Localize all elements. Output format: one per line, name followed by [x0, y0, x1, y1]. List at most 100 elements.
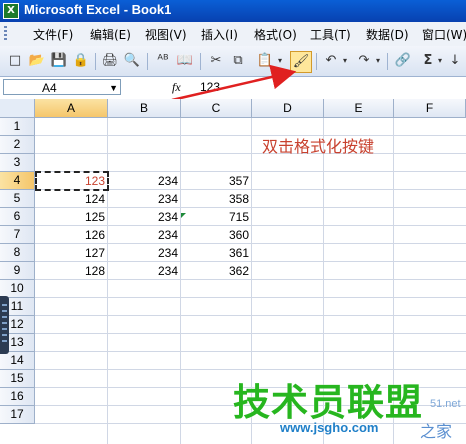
gridline — [35, 135, 466, 136]
cell-c8[interactable]: 361 — [181, 244, 252, 262]
new-icon[interactable]: □ — [6, 52, 24, 70]
annotation-text: 双击格式化按键 — [262, 137, 375, 156]
cell-c5[interactable]: 358 — [181, 190, 252, 208]
cell-b4[interactable]: 234 — [108, 172, 181, 190]
toolbar-separator — [95, 53, 96, 70]
row-header-3[interactable]: 3 — [0, 154, 35, 172]
watermark-url: www.jsgho.com — [280, 420, 379, 435]
select-all-corner[interactable] — [0, 99, 35, 118]
cell-b9[interactable]: 234 — [108, 262, 181, 280]
print-preview-icon[interactable]: 🔍 — [123, 52, 141, 70]
copy-icon[interactable]: ⧉ — [229, 52, 247, 70]
menu-format[interactable]: 格式(O) — [254, 26, 297, 43]
row-header-16[interactable]: 16 — [0, 388, 35, 406]
menu-view[interactable]: 视图(V) — [145, 26, 187, 43]
column-header-e[interactable]: E — [324, 99, 394, 118]
name-box-value: A4 — [42, 81, 57, 95]
gridline — [35, 297, 466, 298]
row-header-6[interactable]: 6 — [0, 208, 35, 226]
watermark-site-hint: 51.net — [430, 398, 461, 410]
research-icon[interactable]: 📖 — [176, 52, 194, 70]
cell-a6[interactable]: 125 — [35, 208, 108, 226]
gridline — [35, 369, 466, 370]
menu-file[interactable]: 文件(F) — [33, 26, 73, 43]
column-header-d[interactable]: D — [252, 99, 324, 118]
autosum-icon[interactable]: Σ — [419, 52, 437, 70]
column-header-f[interactable]: F — [394, 99, 466, 118]
grip-line — [2, 304, 7, 306]
grip-line — [2, 328, 7, 330]
grip-line — [2, 310, 7, 312]
name-box[interactable]: A4 ▼ — [3, 79, 121, 95]
menu-tools[interactable]: 工具(T) — [310, 26, 351, 43]
gridline — [35, 153, 466, 154]
gridline — [35, 351, 466, 352]
menu-bar: 文件(F) 编辑(E) 视图(V) 插入(I) 格式(O) 工具(T) 数据(D… — [0, 22, 466, 47]
open-icon[interactable]: 📂 — [28, 52, 46, 70]
save-icon[interactable]: 💾 — [50, 52, 68, 70]
row-header-17[interactable]: 17 — [0, 406, 35, 424]
excel-app-icon[interactable]: X — [3, 3, 19, 19]
print-icon[interactable]: 🖨 — [101, 52, 119, 70]
formula-input[interactable]: 123 — [200, 80, 220, 94]
redo-dropdown-icon[interactable]: ▾ — [374, 52, 382, 70]
grip-line — [2, 334, 7, 336]
cell-a9[interactable]: 128 — [35, 262, 108, 280]
column-header-b[interactable]: B — [108, 99, 181, 118]
cell-c9[interactable]: 362 — [181, 262, 252, 280]
cell-a8[interactable]: 127 — [35, 244, 108, 262]
row-header-8[interactable]: 8 — [0, 244, 35, 262]
paste-icon[interactable]: 📋 — [256, 52, 274, 70]
paste-dropdown-icon[interactable]: ▾ — [276, 52, 284, 70]
cell-c4[interactable]: 357 — [181, 172, 252, 190]
toolbar-separator — [387, 53, 388, 70]
insert-function-icon[interactable]: fx — [172, 80, 181, 95]
window-title: Microsoft Excel - Book1 — [24, 2, 172, 17]
redo-icon[interactable]: ↷ — [355, 52, 373, 70]
format-painter-icon[interactable]: 🖌 — [290, 51, 312, 73]
cell-b6[interactable]: 234 — [108, 208, 181, 226]
row-header-15[interactable]: 15 — [0, 370, 35, 388]
row-header-4[interactable]: 4 — [0, 172, 35, 190]
toolbar-separator — [147, 53, 148, 70]
grip-line — [2, 316, 7, 318]
grip-line — [2, 322, 7, 324]
spelling-icon[interactable]: ᴬᴮ — [154, 52, 172, 70]
row-header-9[interactable]: 9 — [0, 262, 35, 280]
standard-toolbar: □ 📂 💾 🔒 🖨 🔍 ᴬᴮ 📖 ✂ ⧉ 📋 ▾ 🖌 ↶ ▾ ↷ ▾ 🔗 Σ ▾… — [0, 46, 466, 77]
column-header-c[interactable]: C — [181, 99, 252, 118]
cell-c6[interactable]: 715 — [181, 208, 252, 226]
row-header-14[interactable]: 14 — [0, 352, 35, 370]
menu-insert[interactable]: 插入(I) — [201, 26, 238, 43]
hyperlink-icon[interactable]: 🔗 — [394, 52, 412, 70]
row-header-2[interactable]: 2 — [0, 136, 35, 154]
toolbar-separator — [200, 53, 201, 70]
name-box-dropdown-icon[interactable]: ▼ — [109, 80, 118, 96]
row-header-1[interactable]: 1 — [0, 118, 35, 136]
formula-bar: A4 ▼ fx 123 — [0, 77, 466, 100]
menu-window[interactable]: 窗口(W) — [422, 26, 466, 43]
autosum-dropdown-icon[interactable]: ▾ — [436, 52, 444, 70]
undo-dropdown-icon[interactable]: ▾ — [341, 52, 349, 70]
row-header-5[interactable]: 5 — [0, 190, 35, 208]
menu-edit[interactable]: 编辑(E) — [90, 26, 131, 43]
error-indicator-icon[interactable] — [181, 213, 186, 218]
grip-line — [2, 340, 7, 342]
cell-b7[interactable]: 234 — [108, 226, 181, 244]
cell-b8[interactable]: 234 — [108, 244, 181, 262]
column-header-a[interactable]: A — [35, 99, 108, 118]
cut-icon[interactable]: ✂ — [207, 52, 225, 70]
row-header-7[interactable]: 7 — [0, 226, 35, 244]
gridline — [180, 118, 181, 444]
undo-icon[interactable]: ↶ — [322, 52, 340, 70]
menu-data[interactable]: 数据(D) — [366, 26, 409, 43]
watermark-suffix: 之家 — [420, 422, 453, 441]
cell-b5[interactable]: 234 — [108, 190, 181, 208]
cell-a7[interactable]: 126 — [35, 226, 108, 244]
cell-c7[interactable]: 360 — [181, 226, 252, 244]
menu-grip-icon[interactable] — [4, 26, 7, 42]
sort-ascending-icon[interactable]: ↓ — [446, 52, 464, 70]
side-panel-tab[interactable] — [0, 296, 9, 354]
permission-icon[interactable]: 🔒 — [72, 52, 90, 70]
cell-a5[interactable]: 124 — [35, 190, 108, 208]
